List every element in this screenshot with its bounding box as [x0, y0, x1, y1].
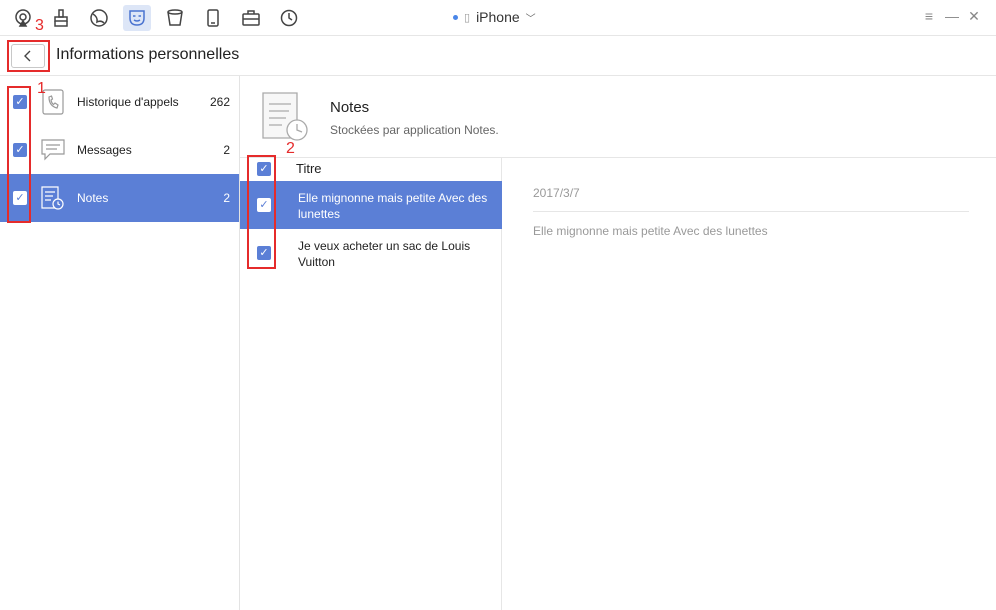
- note-body: Elle mignonne mais petite Avec des lunet…: [533, 224, 768, 238]
- trash-icon[interactable]: [161, 5, 189, 31]
- message-icon: [41, 137, 65, 163]
- note-title: Je veux acheter un sac de Louis Vuitton: [298, 239, 471, 269]
- category-sidebar: ✓ Historique d'appels 262 ✓ Messages 2 ✓…: [0, 76, 240, 610]
- title-column-header: Titre: [296, 161, 322, 176]
- category-count: 2: [223, 191, 230, 205]
- cleaner-icon[interactable]: [47, 5, 75, 31]
- mask-icon[interactable]: [123, 5, 151, 31]
- page-title: Informations personnelles: [56, 46, 240, 63]
- annotation-box-3: [7, 40, 50, 72]
- category-call-history[interactable]: ✓ Historique d'appels 262: [0, 78, 239, 126]
- notes-large-icon: [262, 92, 310, 142]
- device-selector[interactable]: ▯ iPhone ﹀: [453, 9, 536, 25]
- history-icon[interactable]: [275, 5, 303, 31]
- note-title: Elle mignonne mais petite Avec des lunet…: [298, 191, 488, 221]
- notes-subtitle: Stockées par application Notes.: [330, 123, 499, 137]
- category-label: Historique d'appels: [77, 95, 179, 109]
- notes-icon: [41, 185, 65, 211]
- cable-icon: ▯: [464, 11, 471, 24]
- notes-list: ✓ Titre ✓ Elle mignonne mais petite Avec…: [240, 158, 502, 610]
- annotation-box-1: [7, 86, 31, 223]
- category-count: 262: [209, 95, 230, 109]
- notes-header: Notes Stockées par application Notes.: [240, 76, 996, 158]
- annotation-box-2: [247, 155, 276, 269]
- note-row[interactable]: ✓ Je veux acheter un sac de Louis Vuitto…: [240, 229, 502, 277]
- globe-icon[interactable]: [85, 5, 113, 31]
- category-notes[interactable]: ✓ Notes 2: [0, 174, 239, 222]
- phone-icon[interactable]: [199, 5, 227, 31]
- toolbox-icon[interactable]: [237, 5, 265, 31]
- annotation-number-2: 2: [286, 140, 295, 157]
- close-icon[interactable]: ✕: [966, 8, 982, 25]
- category-messages[interactable]: ✓ Messages 2: [0, 126, 239, 174]
- list-header: ✓ Titre: [240, 158, 502, 180]
- page-header: Informations personnelles: [0, 36, 996, 76]
- minimize-icon[interactable]: —: [944, 8, 960, 24]
- note-date: 2017/3/7: [533, 186, 580, 200]
- device-name: iPhone: [476, 9, 520, 25]
- notes-title: Notes: [330, 99, 370, 116]
- connection-dot-icon: [453, 14, 458, 20]
- category-label: Messages: [77, 143, 132, 157]
- annotation-number-1: 1: [37, 80, 46, 97]
- note-row[interactable]: ✓ Elle mignonne mais petite Avec des lun…: [240, 181, 502, 229]
- menu-icon[interactable]: ≡: [921, 8, 937, 24]
- top-toolbar: ▯ iPhone ﹀ ≡ — ✕: [0, 0, 996, 36]
- category-label: Notes: [77, 191, 109, 205]
- note-detail: 2017/3/7 Elle mignonne mais petite Avec …: [503, 158, 996, 610]
- chevron-down-icon: ﹀: [525, 13, 536, 25]
- annotation-number-3: 3: [35, 17, 44, 34]
- category-count: 2: [223, 143, 230, 157]
- divider: [533, 211, 969, 212]
- airplay-icon[interactable]: [9, 5, 37, 31]
